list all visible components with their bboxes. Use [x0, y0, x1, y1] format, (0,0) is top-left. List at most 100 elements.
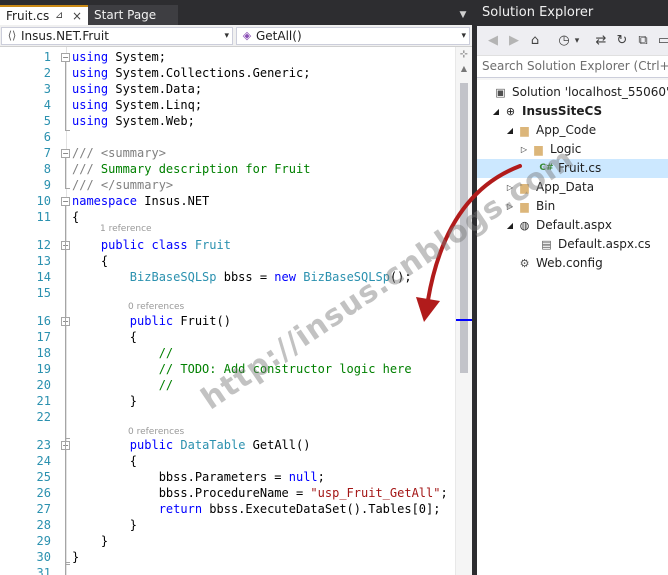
code-token: public: [129, 438, 174, 452]
code-line[interactable]: 21 }: [0, 393, 455, 409]
code-line[interactable]: 1 − using System;: [0, 49, 455, 65]
code-token: ;: [317, 470, 325, 484]
code-token: System.Linq;: [108, 98, 203, 112]
expand-arrow-icon[interactable]: ▷: [519, 140, 529, 159]
collapse-region-icon[interactable]: −: [61, 53, 70, 62]
code-line[interactable]: 24 {: [0, 453, 455, 469]
code-line[interactable]: 15: [0, 285, 455, 301]
scrollbar-thumb[interactable]: [460, 83, 468, 373]
folder-icon: ▆: [520, 124, 529, 137]
line-number: 15: [36, 286, 51, 300]
code-line[interactable]: 14 BizBaseSQLSp bbss = new BizBaseSQLSp(…: [0, 269, 455, 285]
code-line[interactable]: 25 bbss.Parameters = null;: [0, 469, 455, 485]
codelens-class-references[interactable]: 1 reference: [100, 223, 152, 236]
tree-item-project[interactable]: ◢ ⊕ InsusSiteCS: [477, 102, 668, 121]
code-line[interactable]: 22: [0, 409, 455, 425]
collapse-arrow-icon[interactable]: ◢: [491, 102, 501, 121]
code-line[interactable]: 20 //: [0, 377, 455, 393]
close-icon[interactable]: ×: [72, 7, 82, 25]
tree-item-app-code[interactable]: ◢ ▆ App_Code: [477, 121, 668, 140]
code-line[interactable]: 23− public DataTable GetAll(): [0, 437, 455, 453]
tree-item-app-data[interactable]: ▷ ▆ App_Data: [477, 178, 668, 197]
collapse-arrow-icon[interactable]: ◢: [505, 121, 515, 140]
pin-icon[interactable]: ⊿: [55, 7, 63, 25]
properties-icon[interactable]: ▭: [656, 33, 668, 49]
refresh-icon[interactable]: ↻: [614, 33, 630, 49]
code-line[interactable]: 8 /// Summary description for Fruit: [0, 161, 455, 177]
code-line[interactable]: 28 }: [0, 517, 455, 533]
code-line[interactable]: 11 {: [0, 209, 455, 225]
code-token: null: [288, 470, 318, 484]
collapse-arrow-icon[interactable]: ◢: [505, 216, 515, 235]
code-line[interactable]: 4 using System.Linq;: [0, 97, 455, 113]
scroll-up-icon[interactable]: ▲: [458, 64, 470, 74]
chevron-down-icon[interactable]: ▾: [569, 33, 585, 49]
tree-item-default-aspx[interactable]: ◢ ◍ Default.aspx: [477, 216, 668, 235]
forward-icon[interactable]: ▶: [506, 33, 522, 49]
tab-fruit-cs[interactable]: Fruit.cs ⊿ ×: [0, 5, 88, 25]
tree-item-logic[interactable]: ▷ ▆ Logic: [477, 140, 668, 159]
code-line[interactable]: 10 − namespace Insus.NET: [0, 193, 455, 209]
code-text: }: [72, 393, 137, 409]
tab-start-page[interactable]: Start Page: [88, 5, 178, 25]
code-text-area[interactable]: 1− using System; 2 using System.Collections…: [0, 47, 455, 575]
code-line[interactable]: 12− public class Fruit: [0, 237, 455, 253]
code-token: System;: [108, 50, 166, 64]
code-line[interactable]: 29 }: [0, 533, 455, 549]
outline-guide-end: [65, 438, 70, 439]
code-line[interactable]: 5 using System.Web;: [0, 113, 455, 129]
split-editor-icon[interactable]: ⊹: [458, 48, 470, 62]
codelens-method-references[interactable]: 0 references: [128, 426, 184, 439]
vertical-scrollbar[interactable]: ⊹ ▲: [455, 47, 473, 575]
collapse-region-icon[interactable]: −: [61, 149, 70, 158]
line-number: 20: [36, 378, 51, 392]
back-icon[interactable]: ◀: [485, 33, 501, 49]
code-text: public Fruit(): [72, 313, 231, 329]
sync-with-document-icon[interactable]: ⇄: [593, 33, 609, 49]
code-line[interactable]: 9 /// </summary>: [0, 177, 455, 193]
expand-arrow-icon[interactable]: ▷: [505, 197, 515, 216]
code-token: namespace: [72, 194, 138, 208]
tree-item-label: Bin: [536, 199, 556, 213]
collapse-region-icon[interactable]: −: [61, 197, 70, 206]
solution-explorer-search-input[interactable]: Search Solution Explorer (Ctrl+;): [477, 56, 668, 78]
codelens-constructor-references[interactable]: 0 references: [128, 301, 184, 314]
tree-item-solution[interactable]: ▣ Solution 'localhost_55060' (1 project): [477, 83, 668, 102]
folder-icon: ▆: [534, 143, 543, 156]
code-line[interactable]: 19 // TODO: Add constructor logic here: [0, 361, 455, 377]
code-text: using System.Data;: [72, 81, 202, 97]
tree-item-web-config[interactable]: ⚙ Web.config: [477, 254, 668, 273]
line-number: 3: [43, 82, 51, 96]
code-line[interactable]: 18 //: [0, 345, 455, 361]
code-text: using System.Web;: [72, 113, 195, 129]
code-line[interactable]: 13 {: [0, 253, 455, 269]
code-text: {: [72, 253, 108, 269]
code-line[interactable]: 31: [0, 565, 455, 575]
line-number: 13: [36, 254, 51, 268]
code-line[interactable]: 16− public Fruit(): [0, 313, 455, 329]
code-token: public: [129, 314, 174, 328]
code-line[interactable]: 17 {: [0, 329, 455, 345]
expand-arrow-icon[interactable]: ▷: [505, 178, 515, 197]
line-number: 17: [36, 330, 51, 344]
member-dropdown[interactable]: ◈ GetAll() ▾: [236, 27, 470, 45]
folder-icon: ▆: [520, 200, 529, 213]
tree-item-default-aspx-cs[interactable]: ▤ Default.aspx.cs: [477, 235, 668, 254]
project-dropdown[interactable]: ⟨⟩ Insus.NET.Fruit ▾: [1, 27, 233, 45]
code-line[interactable]: 6: [0, 129, 455, 145]
tab-overflow-dropdown-icon[interactable]: ▼: [456, 8, 470, 22]
tree-item-label: Logic: [550, 142, 582, 156]
code-line[interactable]: 2 using System.Collections.Generic;: [0, 65, 455, 81]
code-line[interactable]: 27 return bbss.ExecuteDataSet().Tables[0…: [0, 501, 455, 517]
tree-item-bin[interactable]: ▷ ▆ Bin: [477, 197, 668, 216]
tree-item-fruit-cs[interactable]: C# Fruit.cs: [477, 159, 668, 178]
code-line[interactable]: 26 bbss.ProcedureName = "usp_Fruit_GetAl…: [0, 485, 455, 501]
code-text: /// Summary description for Fruit: [72, 161, 310, 177]
code-line[interactable]: 3 using System.Data;: [0, 81, 455, 97]
code-token: }: [72, 534, 109, 548]
home-icon[interactable]: ⌂: [527, 33, 543, 49]
collapse-all-icon[interactable]: ⧉: [635, 33, 651, 49]
code-line[interactable]: 7 −/// <summary>: [0, 145, 455, 161]
